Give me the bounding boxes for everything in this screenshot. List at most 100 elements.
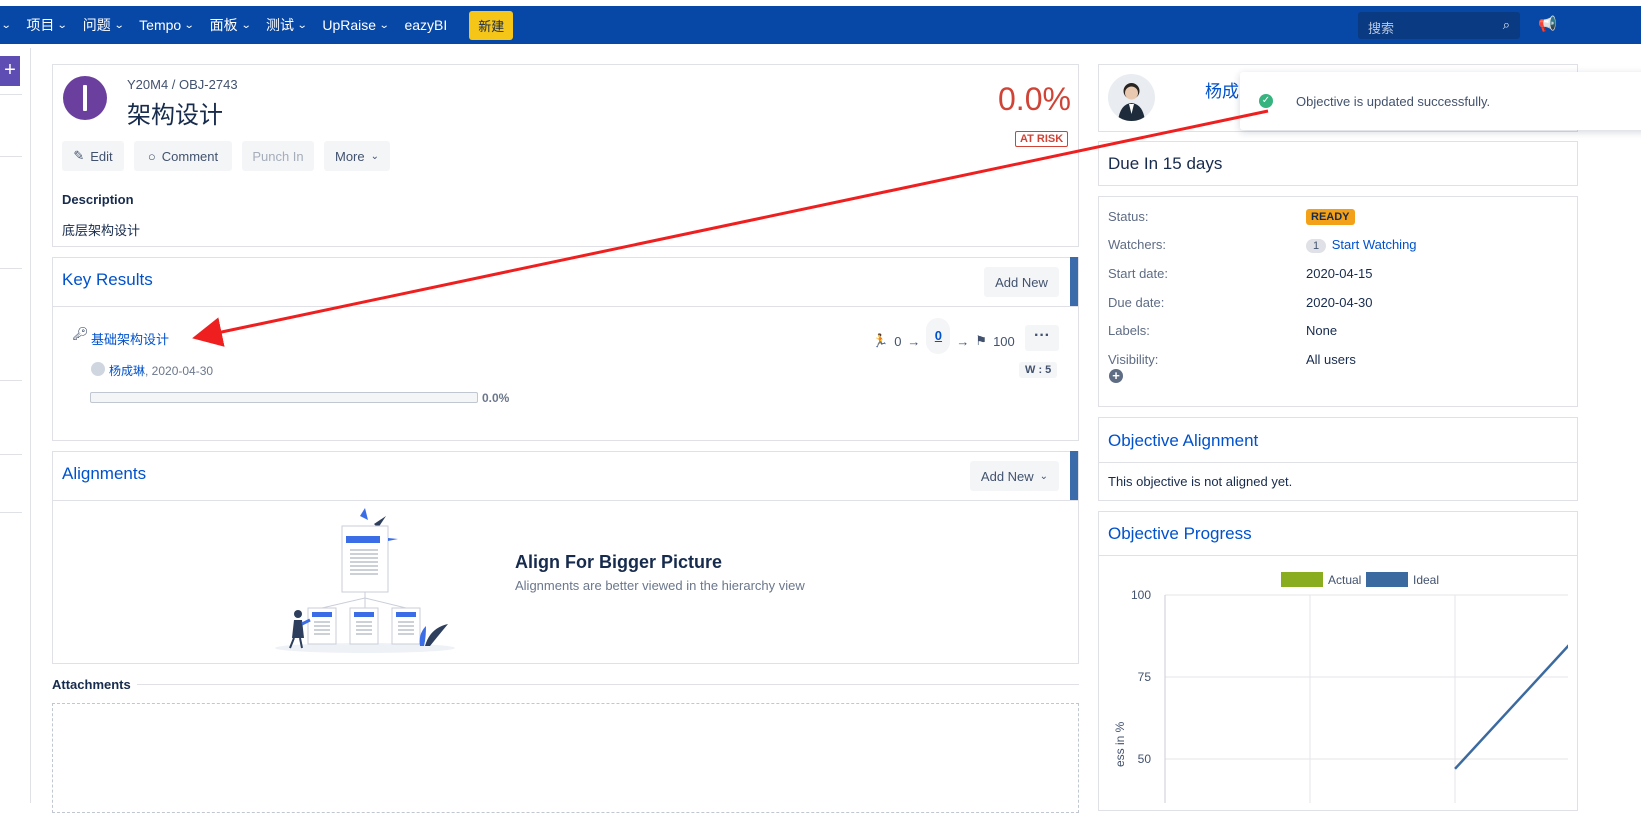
megaphone-icon[interactable]: 📢 (1538, 15, 1557, 33)
attachments-label: Attachments (52, 677, 137, 692)
key-result-meta: 杨成琳, 2020-04-30 (109, 364, 214, 378)
section-divider (1098, 555, 1578, 556)
alignments-heading: Align For Bigger Picture (515, 552, 723, 572)
objective-alignment-title: Objective Alignment (1108, 431, 1259, 450)
due-in-text: Due In 15 days (1108, 154, 1223, 173)
nav-item-projects[interactable]: 项目 ⌄ (26, 6, 69, 44)
status-label: Status: (1108, 209, 1149, 224)
owner-name[interactable]: 杨成 (1205, 77, 1239, 102)
attachments-divider (52, 684, 1079, 685)
watchers-value: 1 Start Watching (1306, 237, 1417, 253)
objective-progress-title: Objective Progress (1108, 524, 1252, 543)
current-value-link[interactable]: 0 (926, 318, 951, 354)
nav-item-eazybi[interactable]: eazyBI (404, 6, 447, 44)
objective-progress: 0.0% (998, 81, 1071, 117)
chevron-down-icon: ⌄ (183, 19, 195, 31)
chevron-down-icon: ⌄ (370, 150, 379, 162)
section-divider (52, 500, 1079, 501)
alignments-title: Alignments (62, 464, 147, 483)
edit-button[interactable]: ✎ Edit (62, 141, 124, 171)
key-result-values: 🏃 0 → 0 → ⚑ 100 (872, 318, 1015, 354)
avatar (91, 362, 105, 376)
nav-item-issues[interactable]: 问题 ⌄ (83, 6, 125, 44)
key-results-title: Key Results (62, 270, 153, 289)
create-button[interactable]: 新建 (469, 10, 514, 40)
description-text: 底层架构设计 (62, 223, 141, 238)
key-result-title[interactable]: 基础架构设计 (91, 329, 169, 348)
y-tick-label: 100 (1131, 588, 1151, 602)
sidebar-divider (0, 380, 22, 381)
add-field-icon[interactable]: + (1109, 369, 1123, 383)
nav-item-upraise[interactable]: UpRaise ⌄ (322, 6, 390, 44)
start-watching-link[interactable]: Start Watching (1332, 237, 1417, 252)
person-icon (1118, 83, 1145, 121)
section-divider (52, 306, 1079, 307)
success-toast: ✓ Objective is updated successfully. (1240, 72, 1641, 130)
section-accent (1070, 451, 1078, 500)
chevron-down-icon: ⌄ (113, 19, 125, 31)
search-icon: ⌕ (1502, 17, 1510, 32)
sidebar-divider (0, 268, 22, 269)
visibility-label: Visibility: (1108, 352, 1159, 367)
section-divider (1098, 462, 1578, 463)
chevron-down-icon: ⌄ (296, 19, 308, 31)
watchers-label: Watchers: (1108, 237, 1167, 252)
status-value[interactable]: READY (1306, 208, 1355, 225)
hierarchy-illustration (275, 508, 455, 653)
left-sidebar (0, 48, 31, 803)
due-date-value: 2020-04-30 (1306, 295, 1373, 310)
add-icon[interactable]: + (0, 56, 20, 86)
page-title: 架构设计 (127, 102, 223, 129)
comment-button[interactable]: ○ Comment (134, 141, 232, 171)
alignments-subtext: Alignments are better viewed in the hier… (515, 578, 805, 593)
watchers-count: 1 (1306, 239, 1327, 253)
nav-item-tests[interactable]: 测试 ⌄ (266, 6, 308, 44)
add-key-result-button[interactable]: Add New (984, 267, 1059, 297)
sidebar-divider (0, 454, 22, 455)
chevron-down-icon: ⌄ (378, 19, 390, 31)
chevron-down-icon: ⌄ (57, 19, 69, 31)
pencil-icon: ✎ (73, 148, 85, 163)
sidebar-divider (0, 94, 22, 95)
key-result-progress-label: 0.0% (482, 391, 510, 405)
owner-link[interactable]: 杨成琳 (109, 364, 145, 378)
add-alignment-button[interactable]: Add New ⌄ (970, 461, 1059, 491)
visibility-value: All users (1306, 352, 1356, 367)
description-label: Description (62, 192, 134, 207)
labels-value: None (1306, 323, 1338, 338)
chevron-down-icon: ⌄ (0, 19, 12, 31)
breadcrumb[interactable]: Y20M4 / OBJ-2743 (127, 77, 238, 92)
attachments-dropzone[interactable] (52, 703, 1079, 813)
status-badge: AT RISK (1015, 131, 1069, 147)
sidebar-divider (0, 512, 22, 513)
labels-label: Labels: (1108, 323, 1150, 338)
flag-icon: ⚑ (975, 333, 988, 348)
progress-chart: 100 75 50 ess in % (1113, 588, 1568, 803)
nav-item-tempo[interactable]: Tempo ⌄ (139, 6, 195, 44)
section-accent (1070, 257, 1078, 306)
nav-item-boards[interactable]: 面板 ⌄ (210, 6, 252, 44)
more-button[interactable]: More ⌄ (324, 141, 390, 171)
status-badge[interactable]: READY (1306, 209, 1355, 225)
more-actions-button[interactable]: ··· (1025, 325, 1059, 351)
punch-in-button[interactable]: Punch In (242, 141, 314, 171)
toast-message: Objective is updated successfully. (1296, 94, 1491, 109)
nav-dropdown-hidden[interactable]: ⌄ (0, 6, 12, 44)
check-icon: ✓ (1259, 94, 1273, 108)
start-date-label: Start date: (1108, 266, 1168, 281)
start-date-value: 2020-04-15 (1306, 266, 1373, 281)
due-date-label: Due date: (1108, 295, 1165, 310)
key-result-progress-bar (90, 392, 478, 403)
avatar (1108, 74, 1155, 121)
y-tick-label: 75 (1138, 670, 1152, 684)
runner-icon: 🏃 (872, 333, 889, 348)
y-tick-label: 50 (1138, 752, 1152, 766)
search-input[interactable]: 搜索 ⌕ (1358, 12, 1520, 39)
comment-icon: ○ (147, 148, 156, 164)
sidebar-divider (0, 156, 22, 157)
alignment-text: This objective is not aligned yet. (1108, 474, 1293, 489)
chevron-down-icon: ⌄ (1039, 470, 1049, 482)
objective-icon (63, 76, 107, 120)
ideal-series-line (1454, 644, 1568, 770)
y-axis-label: ess in % (1113, 721, 1127, 767)
